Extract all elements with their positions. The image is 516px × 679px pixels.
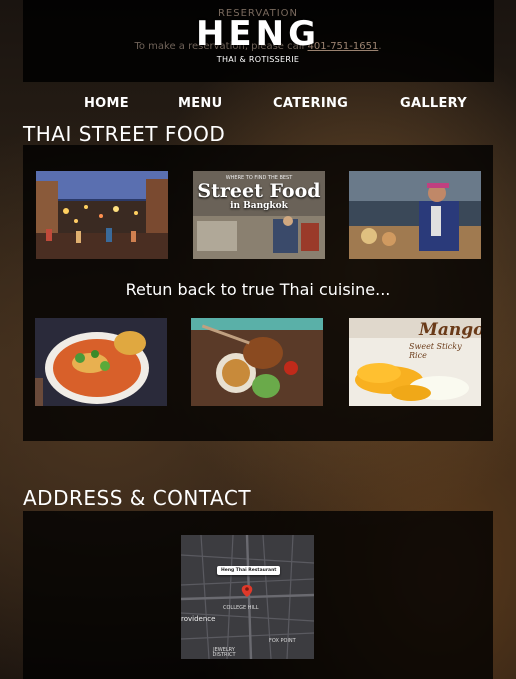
photo6-caption-sub: Sweet Sticky Rice [409,342,462,360]
street-food-title: THAI STREET FOOD [23,122,226,146]
photo2-caption-big: Street Food [197,180,321,202]
photo-street-food-bangkok[interactable]: WHERE TO FIND THE BEST Street Food in Ba… [193,171,325,259]
map-label-jewelry-district: JEWELRY DISTRICT [212,647,236,658]
photo6-caption-big: Mango [419,320,481,340]
photo-noodle-soup[interactable] [35,318,167,406]
map-pin-label: Heng Thai Restaurant [217,566,281,575]
contact-title: ADDRESS & CONTACT [23,486,252,510]
nav-gallery[interactable]: GALLERY [400,96,467,111]
location-map[interactable]: Heng Thai Restaurant COLLEGE HILL rovide… [181,535,314,659]
logo-subtitle: THAI & ROTISSERIE [216,55,300,64]
photo-street-vendor[interactable] [349,171,481,259]
nav-home[interactable]: HOME [84,96,129,111]
photo-mango-sticky-rice[interactable]: Mango Sweet Sticky Rice [349,318,481,406]
restaurant-logo[interactable]: HENG [0,14,516,54]
nav-catering[interactable]: CATERING [273,96,348,111]
nav-menu[interactable]: MENU [178,96,222,111]
photo-grilled-chicken[interactable] [191,318,323,406]
tagline: Retun back to true Thai cuisine... [125,280,391,299]
map-label-college-hill: COLLEGE HILL [223,605,259,611]
photo-night-market[interactable] [36,171,168,259]
map-label-providence: rovidence [181,615,216,623]
map-label-fox-point: FOX POINT [269,638,296,644]
photo2-caption-sub: in Bangkok [230,201,288,211]
